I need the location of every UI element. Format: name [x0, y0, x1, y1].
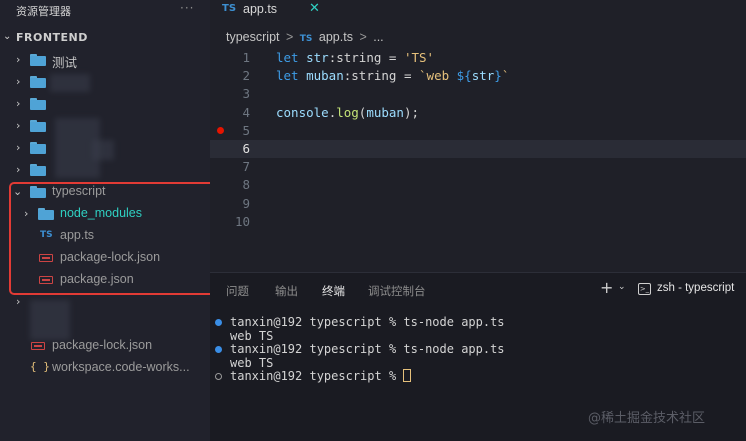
- chevron-right-icon: ›: [16, 53, 21, 66]
- chevron-right-icon: ›: [16, 295, 21, 308]
- chevron-right-icon: ›: [16, 119, 21, 132]
- tree-item-folder-blurred[interactable]: ›: [0, 115, 210, 137]
- npm-file-icon: [31, 342, 45, 350]
- chevron-down-icon: ⌄: [3, 31, 12, 42]
- code-text: console.log(muban);: [276, 104, 420, 120]
- breadcrumb: typescript > TS app.ts > ...: [226, 30, 387, 48]
- line-number: 6: [242, 141, 250, 156]
- editor-area: TS app.ts ✕ typescript > TS app.ts > ...…: [210, 0, 746, 272]
- folder-icon: [30, 142, 46, 154]
- line-number: 4: [242, 104, 250, 120]
- command-status-icon[interactable]: [215, 319, 222, 326]
- typescript-file-icon: TS: [222, 3, 237, 14]
- chevron-right-icon: ›: [16, 75, 21, 88]
- tree-item-label: 测试: [52, 56, 78, 70]
- add-terminal-icon[interactable]: +: [600, 278, 613, 297]
- close-icon[interactable]: ✕: [309, 1, 320, 16]
- blurred-region: [92, 140, 114, 160]
- terminal-icon: >_: [638, 283, 651, 295]
- breakpoint-icon[interactable]: [217, 127, 224, 134]
- line-number: 3: [242, 86, 250, 102]
- folder-icon: [30, 76, 46, 88]
- watermark: @稀土掘金技术社区: [588, 411, 706, 426]
- blurred-region: [50, 74, 90, 92]
- tree-item-file-workspace[interactable]: { } workspace.code-works...: [0, 357, 210, 379]
- command-status-icon[interactable]: [215, 346, 222, 354]
- code-line[interactable]: 1 let str:string = 'TS': [210, 49, 746, 67]
- highlight-box: [9, 182, 230, 295]
- tree-item-label: package-lock.json: [52, 338, 153, 352]
- code-text: let muban:string = `web ${str}`: [276, 68, 510, 84]
- workspace-root[interactable]: ⌄ FRONTEND: [0, 30, 210, 48]
- explorer-sidebar: 资源管理器 ··· ⌄ FRONTEND › 测试 › › › › › ⌄ ty…: [0, 0, 230, 441]
- tab-output[interactable]: 输出: [275, 283, 298, 299]
- chevron-right-icon: ›: [16, 141, 21, 154]
- line-number: 10: [234, 213, 250, 229]
- code-line[interactable]: 2 let muban:string = `web ${str}`: [210, 67, 746, 85]
- tree-item-file-root-package-lock[interactable]: package-lock.json: [0, 335, 210, 357]
- code-line[interactable]: 9: [210, 195, 746, 213]
- chevron-right-icon: >: [285, 30, 294, 44]
- workspace-root-label: FRONTEND: [16, 31, 88, 44]
- breadcrumb-folder[interactable]: typescript: [226, 30, 280, 44]
- blurred-region: [30, 300, 70, 340]
- code-text: let str:string = 'TS': [276, 50, 435, 65]
- tree-item-label: workspace.code-works...: [52, 360, 190, 374]
- line-number: 5: [242, 122, 250, 138]
- folder-icon: [30, 164, 46, 176]
- breadcrumb-more[interactable]: ...: [373, 30, 383, 44]
- terminal-line: tanxin@192 typescript % ts-node app.ts: [230, 315, 505, 329]
- explorer-header: 资源管理器 ···: [0, 0, 210, 22]
- terminal-name[interactable]: zsh - typescript: [657, 282, 734, 294]
- json-braces-icon: { }: [30, 360, 50, 373]
- tab-terminal[interactable]: 终端: [322, 283, 345, 299]
- breadcrumb-file[interactable]: app.ts: [319, 30, 353, 44]
- more-actions-icon[interactable]: ···: [180, 1, 194, 15]
- folder-icon: [30, 54, 46, 66]
- terminal-line: web TS: [230, 355, 274, 370]
- code-line[interactable]: 4 console.log(muban);: [210, 104, 746, 122]
- command-status-icon[interactable]: [215, 373, 222, 381]
- editor-tab-app-ts[interactable]: app.ts: [243, 2, 277, 16]
- terminal-line: tanxin@192 typescript %: [230, 369, 412, 383]
- terminal-line: tanxin@192 typescript % ts-node app.ts: [230, 342, 505, 357]
- tree-item-folder-blurred[interactable]: ›: [0, 159, 210, 181]
- terminal-cursor: [403, 369, 412, 383]
- tree-item-folder-test[interactable]: › 测试: [0, 49, 210, 71]
- code-line[interactable]: 6: [210, 140, 746, 158]
- tree-item-folder-blurred[interactable]: ›: [0, 93, 210, 115]
- code-line[interactable]: 5: [210, 122, 746, 140]
- chevron-right-icon: >: [359, 30, 367, 44]
- explorer-title: 资源管理器: [16, 5, 71, 18]
- code-line[interactable]: 3: [210, 85, 746, 103]
- typescript-file-icon: TS: [299, 34, 313, 44]
- code-line[interactable]: 8: [210, 176, 746, 194]
- tab-problems[interactable]: 问题: [226, 283, 249, 299]
- code-line[interactable]: 10: [210, 213, 746, 231]
- line-number: 9: [242, 195, 250, 211]
- tab-debug-console[interactable]: 调试控制台: [368, 283, 426, 299]
- line-number: 7: [242, 159, 250, 175]
- line-number: 8: [242, 177, 250, 193]
- code-line[interactable]: 7: [210, 158, 746, 176]
- folder-icon: [30, 120, 46, 132]
- chevron-right-icon: ›: [16, 163, 21, 176]
- chevron-down-icon[interactable]: ⌄: [618, 282, 626, 292]
- line-number: 1: [242, 50, 250, 65]
- tree-item-folder-blurred[interactable]: ›: [0, 71, 210, 93]
- chevron-right-icon: ›: [16, 97, 21, 110]
- line-number: 2: [242, 68, 250, 84]
- terminal-line: web TS: [230, 328, 274, 343]
- folder-icon: [30, 98, 46, 110]
- editor-tab-bar: TS app.ts ✕: [210, 0, 746, 22]
